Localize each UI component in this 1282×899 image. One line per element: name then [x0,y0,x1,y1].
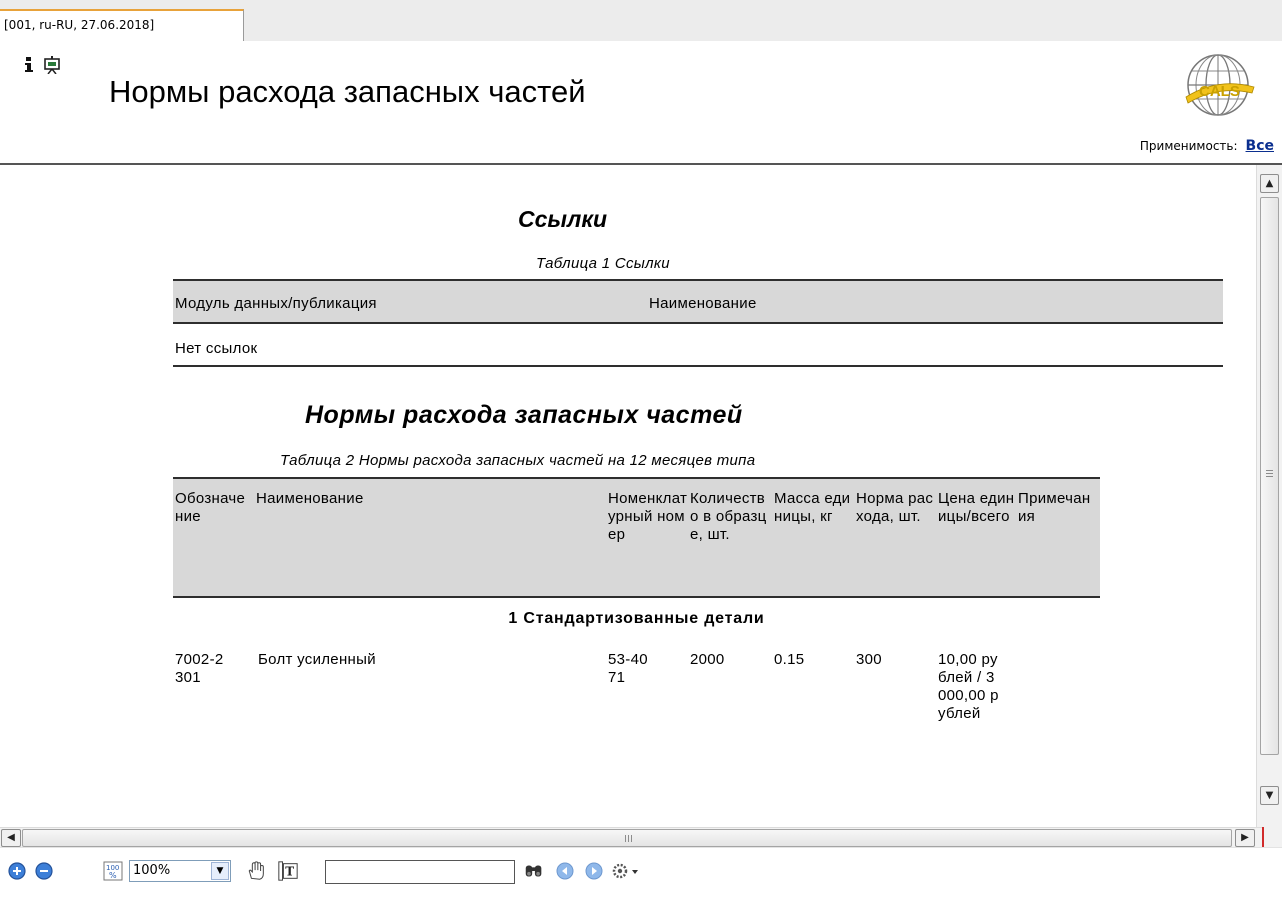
scroll-up-button[interactable]: ▲ [1260,174,1279,193]
group-title: 1 Стандартизованные детали [508,610,765,627]
fit-page-icon[interactable]: 100 % [102,860,124,882]
document-view[interactable]: Ссылки Таблица 1 Ссылки Модуль данных/пу… [0,165,1256,827]
horizontal-scroll-thumb[interactable] [22,829,1232,847]
cell-mass: 0.15 [774,651,805,668]
col-price: Цена единицы/всего [938,490,1015,525]
cell-norm: 300 [856,651,882,668]
logo-text: CALS [1199,83,1240,100]
col-norm: Норма расхода, шт. [856,490,934,525]
chevron-down-icon[interactable]: ▼ [211,862,229,880]
cell-designation: 7002-2301 [175,651,224,686]
scroll-left-button[interactable]: ◀ [1,829,21,847]
zoom-value: 100% [133,863,171,878]
cell-price: 10,00 рублей / 3000,00 рублей [938,651,999,722]
col-nomenclature: Номенклатурный номер [608,490,688,543]
refs-col-module: Модуль данных/публикация [175,295,377,312]
col-quantity: Количество в образце, шт. [690,490,767,543]
zoom-out-icon[interactable] [33,860,55,882]
refs-table-bottom-rule [173,365,1223,367]
refs-caption: Таблица 1 Ссылки [536,255,670,272]
col-name: Наименование [256,490,364,507]
next-result-icon[interactable] [583,860,605,882]
parts-heading: Нормы расхода запасных частей [305,401,743,429]
col-designation: Обозначение [175,490,246,525]
parts-caption: Таблица 2 Нормы расхода запасных частей … [280,452,756,469]
find-icon[interactable] [522,860,546,882]
presentation-icon[interactable] [43,56,61,74]
vertical-scroll-thumb[interactable] [1260,197,1279,755]
viewer-toolbar: 100 % 100% ▼ T [0,847,1282,899]
cals-logo: CALS [1185,54,1255,116]
refs-heading: Ссылки [518,206,608,232]
prev-result-icon[interactable] [554,860,576,882]
page-title: Нормы расхода запасных частей [109,74,586,109]
col-notes: Примечания [1018,490,1091,525]
vertical-scrollbar[interactable]: ▲ ▼ [1256,165,1282,827]
hand-tool-icon[interactable] [244,860,268,882]
refs-table-top-rule [173,279,1223,281]
scroll-corner [1262,827,1282,847]
scroll-down-button[interactable]: ▼ [1260,786,1279,805]
col-mass: Масса единицы, кг [774,490,851,525]
cell-nomenclature: 53-4071 [608,651,648,686]
refs-col-name: Наименование [649,295,757,312]
info-icon[interactable] [20,56,38,74]
applicability-link[interactable]: Все [1246,138,1274,154]
applicability: Применимость: Все [1140,138,1274,154]
cell-quantity: 2000 [690,651,725,668]
tab-strip: [001, ru-RU, 27.06.2018] [0,0,1282,41]
scroll-right-button[interactable]: ▶ [1235,829,1255,847]
zoom-in-icon[interactable] [6,860,28,882]
applicability-label: Применимость: [1139,139,1238,153]
refs-empty-text: Нет ссылок [175,340,258,357]
svg-text:T: T [285,865,294,879]
parts-table-header-rule [173,596,1100,598]
search-input[interactable] [325,860,515,884]
parts-table-top-rule [173,477,1100,479]
refs-table-header-rule [173,322,1223,324]
zoom-select[interactable]: 100% ▼ [129,860,231,882]
text-select-icon[interactable]: T [276,860,300,882]
horizontal-scrollbar[interactable]: ◀ ▶ [0,827,1262,847]
settings-icon[interactable] [610,860,640,882]
cell-name: Болт усиленный [258,651,376,668]
svg-text:%: % [109,871,117,880]
document-tab[interactable]: [001, ru-RU, 27.06.2018] [0,9,244,41]
